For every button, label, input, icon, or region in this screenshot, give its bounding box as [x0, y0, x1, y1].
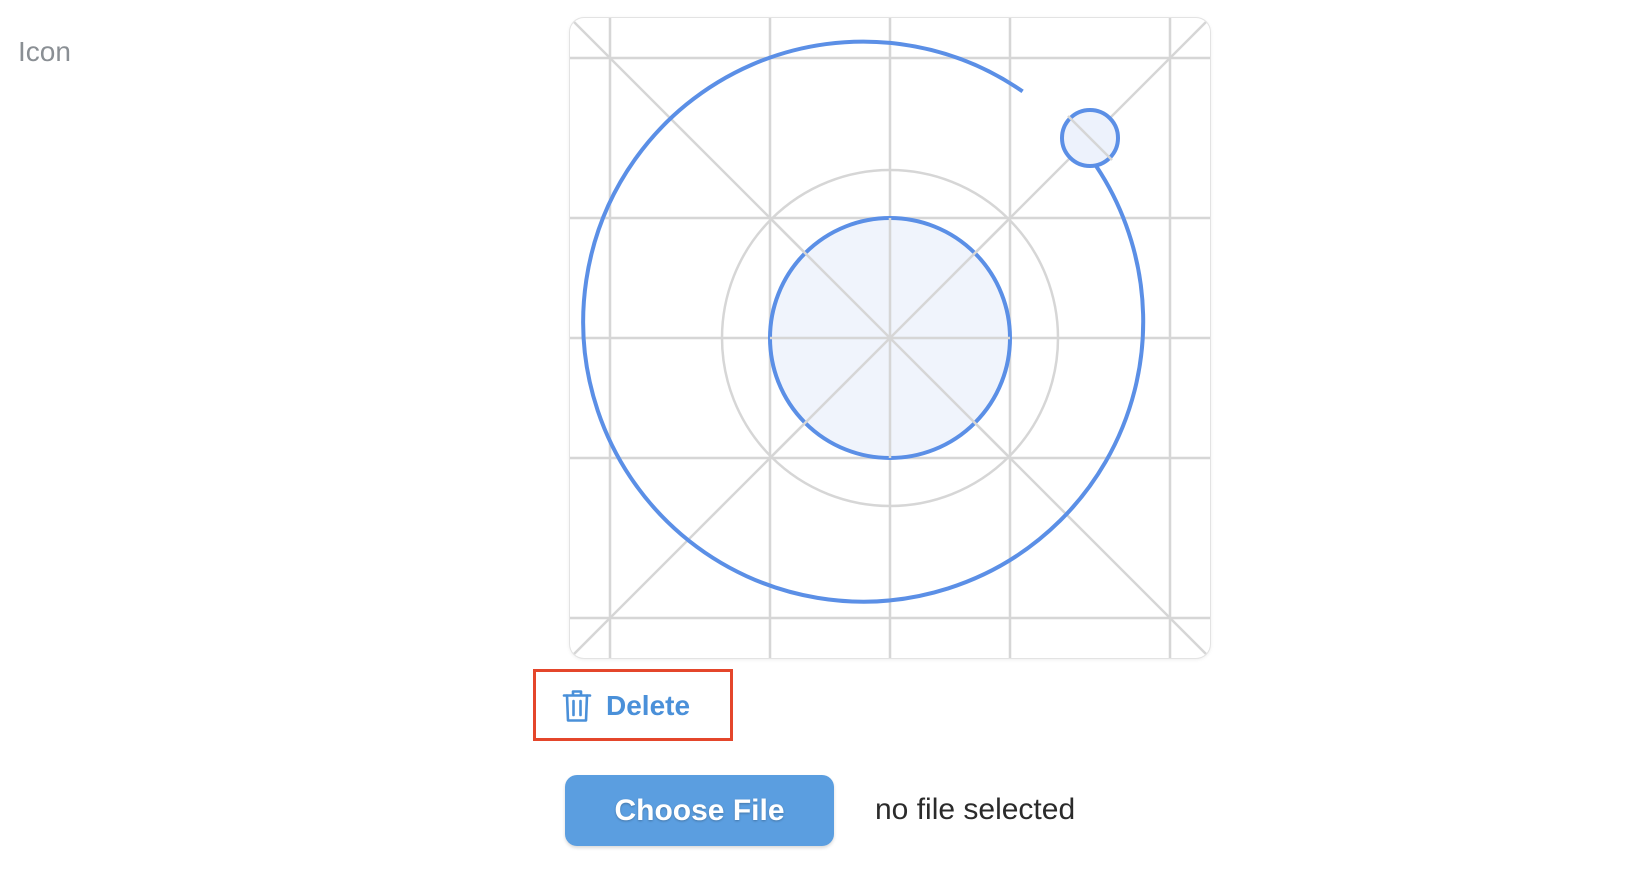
- field-label: Icon: [18, 36, 71, 67]
- choose-file-button[interactable]: Choose File: [565, 775, 834, 846]
- delete-button[interactable]: Delete: [562, 686, 690, 726]
- icon-grid-template: [570, 18, 1210, 658]
- delete-label: Delete: [606, 690, 691, 721]
- icon-preview: [570, 18, 1210, 658]
- file-status-text: no file selected: [875, 793, 1076, 826]
- icon-upload-form: Icon Delete Choose File no file selected: [0, 0, 1650, 886]
- trash-icon: [562, 689, 592, 723]
